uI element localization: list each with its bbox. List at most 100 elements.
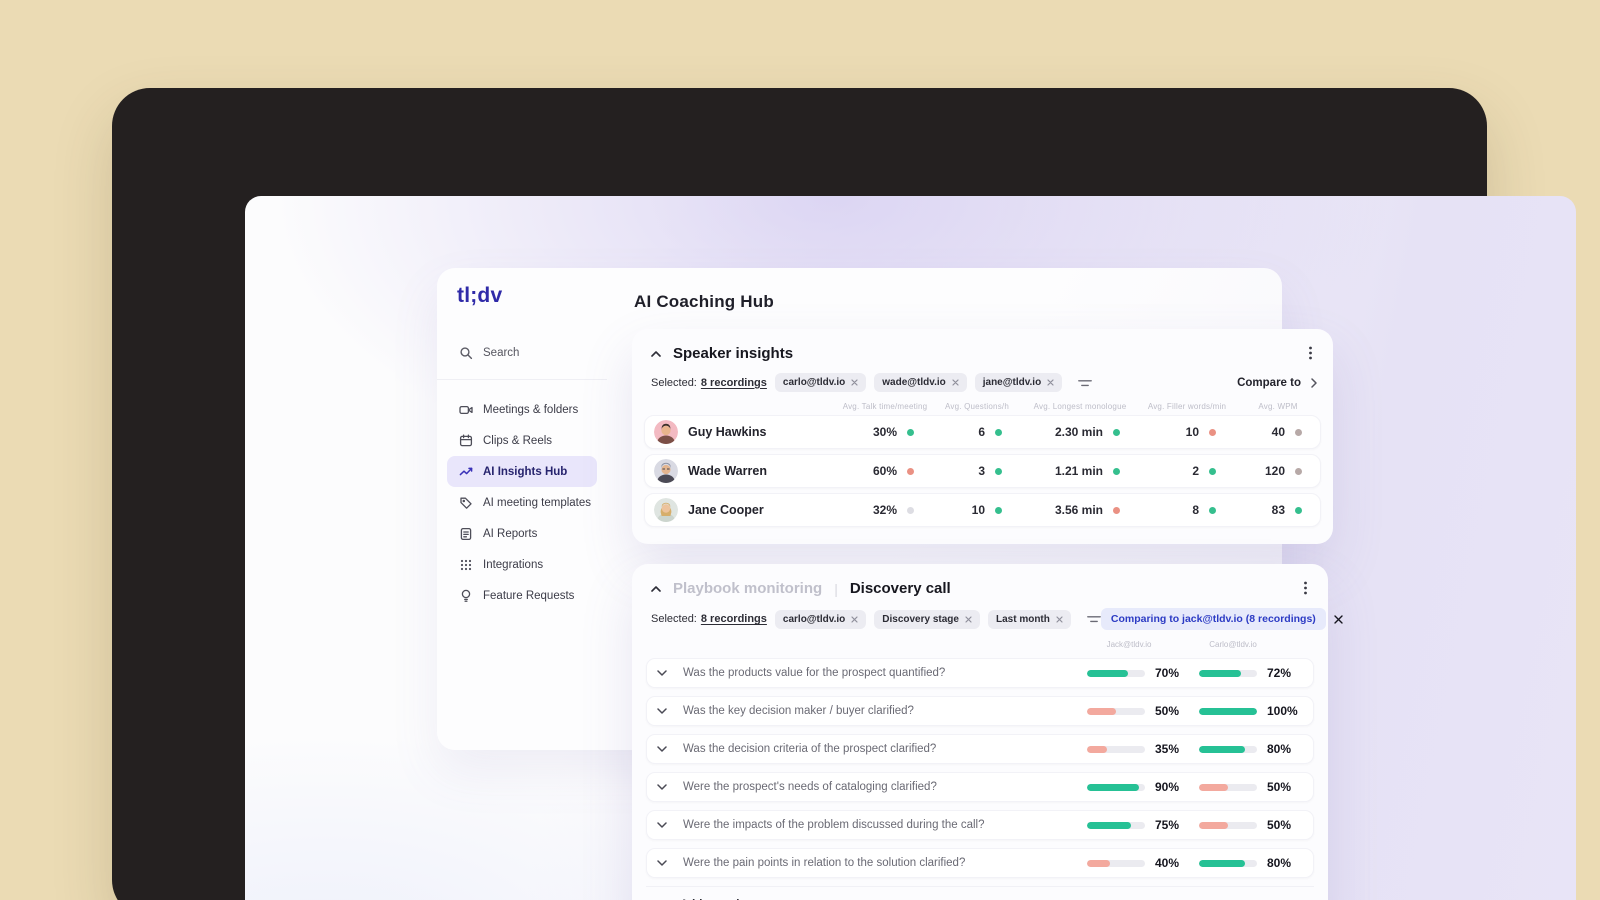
percent-value: 40%: [1155, 856, 1180, 870]
status-dot: [1209, 428, 1216, 436]
title-separator: |: [834, 580, 838, 597]
close-icon[interactable]: [1047, 379, 1054, 386]
question-text: Was the products value for the prospect …: [683, 667, 946, 679]
status-dot: [907, 467, 914, 475]
chevron-down-icon[interactable]: [657, 670, 673, 676]
status-dot: [1113, 467, 1120, 475]
sidebar-item-label: Meetings & folders: [483, 403, 579, 416]
status-dot: [1295, 467, 1302, 475]
progress-bar: [1087, 859, 1145, 867]
question-text: Was the decision criteria of the prospec…: [683, 743, 937, 755]
kebab-menu-icon[interactable]: [1298, 580, 1312, 596]
filter-chip-discovery-stage[interactable]: Discovery stage: [874, 609, 980, 629]
chevron-down-icon[interactable]: [657, 784, 673, 790]
filter-chip-jane[interactable]: jane@tldv.io: [974, 373, 1063, 392]
close-icon[interactable]: [952, 379, 959, 386]
chip-label: carlo@tldv.io: [782, 613, 846, 625]
selected-recordings-link[interactable]: 8 recordings: [701, 377, 767, 389]
speaker-name: Wade Warren: [688, 464, 767, 478]
progress-bar: [1087, 745, 1145, 753]
sidebar-item-integrations[interactable]: Integrations: [447, 549, 597, 580]
close-icon[interactable]: [1056, 615, 1063, 623]
close-icon[interactable]: [851, 379, 858, 386]
status-dot: [1209, 467, 1216, 475]
filter-chip-carlo[interactable]: carlo@tldv.io: [774, 609, 867, 629]
sidebar-item-clips-reels[interactable]: Clips & Reels: [447, 425, 597, 456]
selected-recordings-link[interactable]: 8 recordings: [701, 613, 767, 625]
sidebar-item-ai-meeting-templates[interactable]: AI meeting templates: [447, 487, 597, 518]
question-row[interactable]: Were the impacts of the problem discusse…: [646, 810, 1314, 840]
filter-chip-wade[interactable]: wade@tldv.io: [874, 373, 967, 392]
question-text: Were the impacts of the problem discusse…: [683, 819, 985, 831]
progress-bar: [1199, 745, 1257, 753]
add-question-button[interactable]: Add question: [646, 886, 1314, 900]
progress-bar: [1199, 783, 1257, 791]
percent-value: 72%: [1267, 666, 1292, 680]
question-row[interactable]: Were the prospect's needs of cataloging …: [646, 772, 1314, 802]
sidebar: Search Meetings & folders Clips & Reels …: [437, 338, 607, 611]
marketing-canvas: tl;dv AI Coaching Hub Search Meetings & …: [0, 0, 1600, 900]
percent-value: 80%: [1267, 856, 1292, 870]
question-row[interactable]: Was the key decision maker / buyer clari…: [646, 696, 1314, 726]
avatar: [654, 420, 678, 444]
question-row[interactable]: Were the pain points in relation to the …: [646, 848, 1314, 878]
sidebar-item-meetings-folders[interactable]: Meetings & folders: [447, 394, 597, 425]
comparison-column-headers: Jack@tldv.io Carlo@tldv.io: [632, 640, 1328, 652]
close-icon[interactable]: [965, 615, 972, 623]
metric-value: 83: [1271, 503, 1285, 517]
progress-bar: [1199, 821, 1257, 829]
sidebar-item-ai-insights-hub[interactable]: AI Insights Hub: [447, 456, 597, 487]
filter-lines-icon[interactable]: [1078, 378, 1093, 388]
collapse-chevron-up-icon[interactable]: [651, 350, 661, 357]
chevron-down-icon[interactable]: [657, 746, 673, 752]
sidebar-item-label: Feature Requests: [483, 589, 575, 602]
column-header: Avg. Longest monologue: [1033, 402, 1127, 411]
compare-to-button[interactable]: Compare to: [1237, 377, 1317, 389]
search-label: Search: [483, 347, 520, 359]
chip-label: carlo@tldv.io: [782, 377, 846, 388]
column-header: Carlo@tldv.io: [1209, 640, 1257, 649]
status-dot: [1113, 428, 1120, 436]
collapse-chevron-up-icon[interactable]: [651, 585, 661, 592]
question-row[interactable]: Was the products value for the prospect …: [646, 658, 1314, 688]
filter-chip-carlo[interactable]: carlo@tldv.io: [774, 373, 867, 392]
chip-label: Last month: [995, 613, 1050, 625]
table-row[interactable]: Jane Cooper 32% 10 3.56 min 8 83: [644, 493, 1321, 527]
table-row[interactable]: Wade Warren 60% 3 1.21 min 2 120: [644, 454, 1321, 488]
speaker-insights-panel: Speaker insights Selected: 8 recordings …: [632, 329, 1333, 544]
question-text: Were the pain points in relation to the …: [683, 857, 966, 869]
metric-value: 2: [1192, 464, 1199, 478]
status-dot: [995, 428, 1002, 436]
filter-chip-last-month[interactable]: Last month: [987, 609, 1071, 629]
chevron-down-icon[interactable]: [657, 708, 673, 714]
kebab-menu-icon[interactable]: [1303, 345, 1317, 361]
chevron-down-icon[interactable]: [657, 860, 673, 866]
insights-chart-icon: [459, 465, 473, 479]
page-title: AI Coaching Hub: [634, 292, 774, 311]
metric-value: 40: [1271, 425, 1285, 439]
laptop-frame: tl;dv AI Coaching Hub Search Meetings & …: [112, 88, 1576, 900]
search-input[interactable]: Search: [437, 338, 607, 368]
status-dot: [1295, 428, 1302, 436]
filter-lines-icon[interactable]: [1086, 614, 1101, 624]
metric-value: 30%: [872, 425, 897, 439]
selected-label: Selected:: [651, 376, 697, 389]
video-camera-icon: [459, 403, 473, 417]
percent-value: 50%: [1155, 704, 1180, 718]
progress-bar: [1087, 783, 1145, 791]
sidebar-item-feature-requests[interactable]: Feature Requests: [447, 580, 597, 611]
chevron-down-icon[interactable]: [657, 822, 673, 828]
grid-dots-icon: [459, 558, 473, 572]
table-row[interactable]: Guy Hawkins 30% 6 2.30 min 10 40: [644, 415, 1321, 449]
sidebar-item-ai-reports[interactable]: AI Reports: [447, 518, 597, 549]
metric-value: 1.21 min: [1054, 464, 1103, 478]
column-header: Avg. Talk time/meeting: [842, 402, 928, 411]
close-icon[interactable]: [851, 615, 858, 623]
comparing-to-chip[interactable]: Comparing to jack@tldv.io (8 recordings): [1100, 608, 1326, 630]
close-icon[interactable]: [1334, 614, 1343, 624]
speaker-name: Jane Cooper: [688, 503, 764, 517]
table-column-headers: Avg. Talk time/meeting Avg. Questions/h …: [632, 392, 1333, 411]
percent-value: 80%: [1267, 742, 1292, 756]
question-row[interactable]: Was the decision criteria of the prospec…: [646, 734, 1314, 764]
percent-value: 35%: [1155, 742, 1180, 756]
